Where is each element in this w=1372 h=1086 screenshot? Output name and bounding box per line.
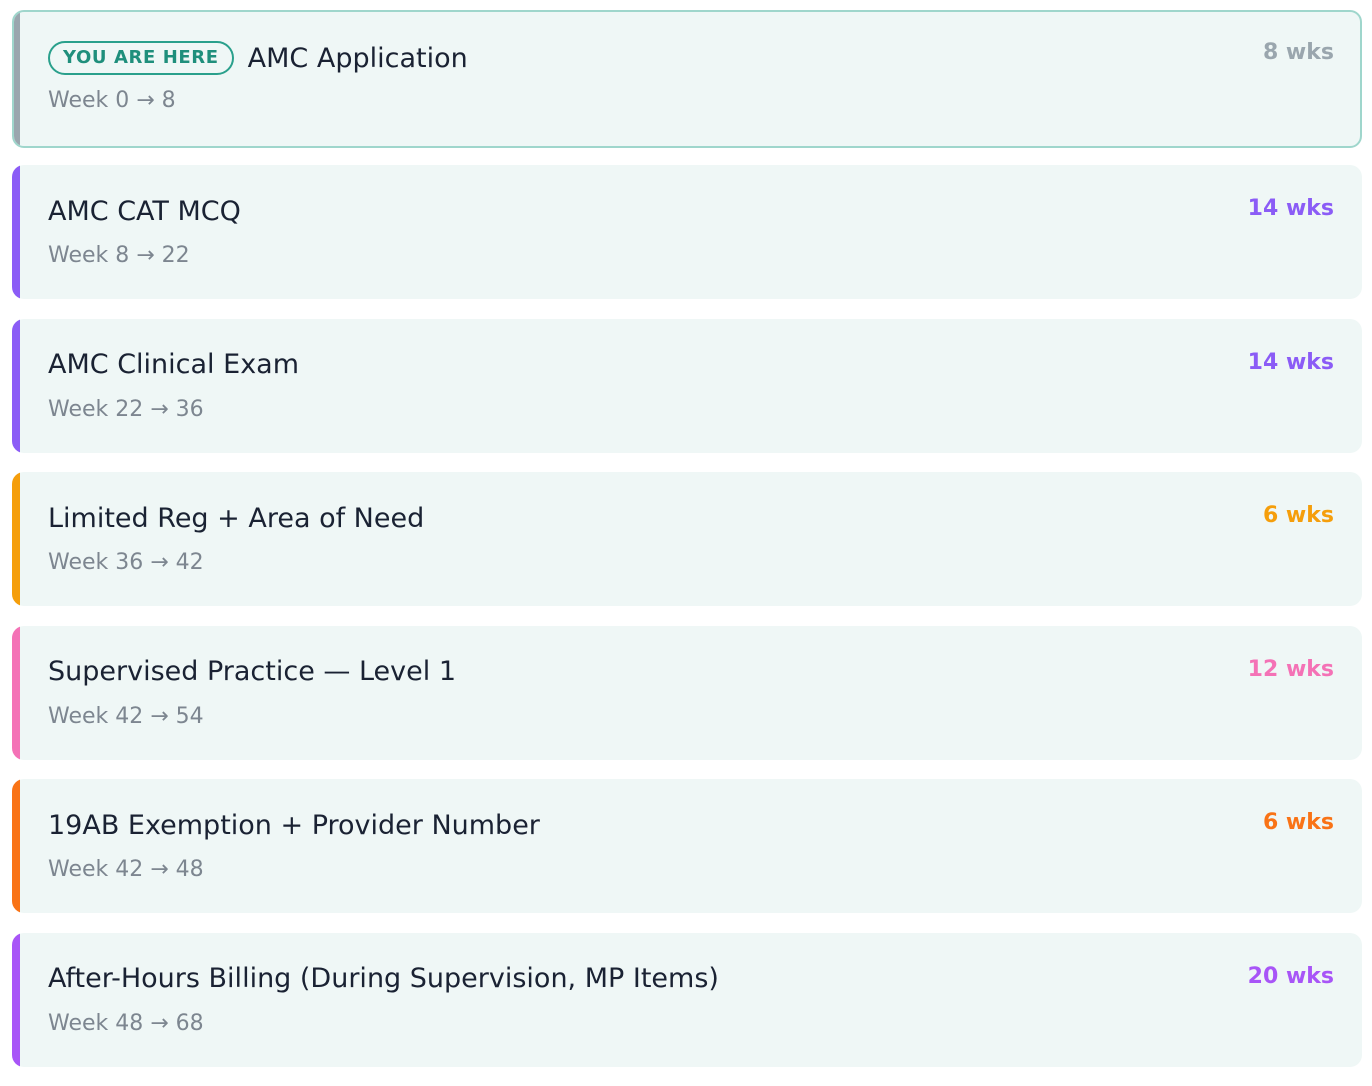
phase-title-row: AMC CAT MCQ	[48, 193, 241, 229]
phase-card-after-hours-billing[interactable]: After-Hours Billing (During Supervision,…	[12, 932, 1362, 1067]
phase-title: 19AB Exemption + Provider Number	[48, 809, 540, 841]
phase-title: Limited Reg + Area of Need	[48, 502, 425, 534]
phase-accent-bar	[12, 318, 20, 453]
phase-title-row: Limited Reg + Area of Need	[48, 500, 424, 536]
phase-title: AMC Application	[247, 42, 468, 74]
phase-title-row: YOU ARE HERE AMC Application	[48, 40, 468, 76]
phase-duration: 12 wks	[1247, 656, 1334, 682]
phase-title: AMC Clinical Exam	[48, 349, 300, 380]
phase-week-range: Week 42 → 48	[48, 857, 204, 882]
phase-accent-bar	[12, 779, 20, 913]
phase-week-range: Week 42 → 54	[48, 703, 204, 729]
phase-duration: 6 wks	[1262, 503, 1334, 528]
phase-accent-bar	[12, 165, 20, 299]
phase-title-row: AMC Clinical Exam	[48, 347, 299, 383]
phase-week-range: Week 8 → 22	[48, 243, 190, 268]
phase-accent-bar	[14, 12, 20, 146]
phase-title-row: Supervised Practice — Level 1	[48, 654, 456, 690]
phase-card-limited-reg[interactable]: Limited Reg + Area of Need Week 36 → 42 …	[12, 472, 1362, 606]
phase-duration: 14 wks	[1247, 349, 1334, 375]
phase-card-amc-clinical-exam[interactable]: AMC Clinical Exam Week 22 → 36 14 wks	[12, 318, 1362, 453]
phase-duration: 6 wks	[1262, 810, 1334, 835]
phase-title: AMC CAT MCQ	[48, 195, 241, 227]
phase-week-range: Week 48 → 68	[48, 1010, 204, 1036]
phase-accent-bar	[12, 625, 20, 760]
phase-duration: 20 wks	[1247, 963, 1334, 989]
you-are-here-badge: YOU ARE HERE	[48, 41, 234, 75]
phase-card-19ab-exemption[interactable]: 19AB Exemption + Provider Number Week 42…	[12, 779, 1362, 913]
phase-card-amc-application[interactable]: YOU ARE HERE AMC Application Week 0 → 8 …	[12, 10, 1362, 148]
phase-title: After-Hours Billing (During Supervision,…	[48, 963, 719, 994]
phase-title-row: 19AB Exemption + Provider Number	[48, 807, 540, 843]
phase-title-row: After-Hours Billing (During Supervision,…	[48, 961, 719, 997]
phase-timeline-list: YOU ARE HERE AMC Application Week 0 → 8 …	[12, 10, 1362, 1086]
phase-week-range: Week 36 → 42	[48, 550, 204, 575]
phase-duration: 8 wks	[1262, 40, 1334, 65]
phase-accent-bar	[12, 472, 20, 606]
phase-title: Supervised Practice — Level 1	[48, 656, 457, 687]
phase-duration: 14 wks	[1247, 196, 1334, 221]
phase-week-range: Week 0 → 8	[48, 88, 176, 113]
phase-accent-bar	[12, 932, 20, 1067]
phase-card-supervised-practice[interactable]: Supervised Practice — Level 1 Week 42 → …	[12, 625, 1362, 760]
phase-card-amc-cat-mcq[interactable]: AMC CAT MCQ Week 8 → 22 14 wks	[12, 165, 1362, 299]
phase-week-range: Week 22 → 36	[48, 396, 204, 422]
